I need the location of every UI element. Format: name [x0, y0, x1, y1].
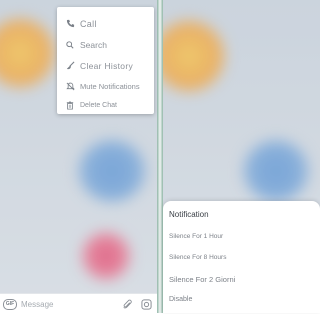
- menu-item-label: Search: [80, 39, 107, 50]
- camera-icon[interactable]: [140, 298, 152, 310]
- menu-item-search[interactable]: Search: [57, 34, 154, 55]
- option-disable[interactable]: Disable: [169, 296, 192, 303]
- option-silence-1-hour[interactable]: Silence For 1 Hour: [169, 233, 223, 240]
- menu-item-label: Delete Chat: [80, 102, 117, 109]
- menu-item-label: Mute Notifications: [80, 82, 140, 91]
- option-silence-8-hours[interactable]: Silence For 8 Hours: [169, 254, 226, 261]
- bell-off-icon: [62, 82, 78, 91]
- menu-item-mute-notifications[interactable]: Mute Notifications: [57, 76, 154, 97]
- broom-icon: [62, 61, 78, 70]
- message-composer: GIF: [0, 293, 157, 314]
- search-icon: [62, 40, 78, 49]
- message-input[interactable]: [21, 299, 115, 309]
- option-silence-2-days[interactable]: Silence For 2 Giorni: [169, 275, 235, 284]
- paperclip-icon[interactable]: [121, 299, 133, 310]
- sheet-title: Notification: [169, 210, 209, 219]
- menu-item-clear-history[interactable]: Clear History: [57, 55, 154, 76]
- menu-item-delete-chat[interactable]: Delete Chat: [57, 95, 154, 116]
- menu-item-label: Call: [80, 18, 97, 29]
- menu-item-label: Clear History: [80, 60, 134, 71]
- chat-options-menu: Call Search Clear History Mute Notificat…: [57, 7, 154, 114]
- trash-icon: [62, 101, 78, 110]
- menu-item-call[interactable]: Call: [57, 13, 154, 34]
- gif-button[interactable]: GIF: [3, 298, 17, 310]
- notification-sheet: Notification Silence For 1 Hour Silence …: [163, 201, 320, 313]
- phone-icon: [62, 19, 78, 28]
